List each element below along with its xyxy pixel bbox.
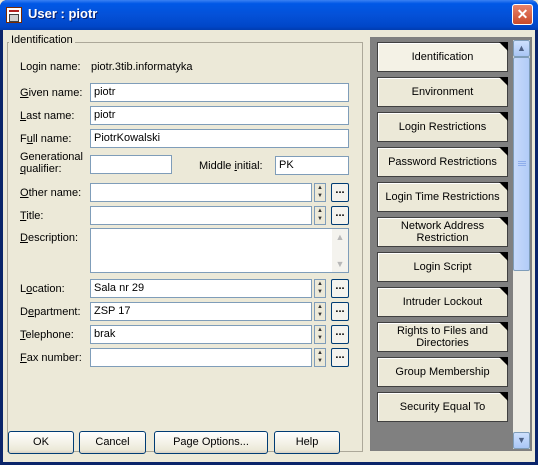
window-app-icon (6, 7, 22, 23)
arrow-down-icon[interactable]: ▼ (315, 215, 325, 223)
tab-login-script[interactable]: Login Script (377, 252, 508, 282)
tab-rights-to-files-and-directories[interactable]: Rights to Files and Directories (377, 322, 508, 352)
identification-group-label: Identification (9, 34, 75, 46)
location-browse-button[interactable]: ... (331, 279, 349, 298)
last-name-input[interactable]: piotr (90, 106, 349, 125)
department-spinner[interactable]: ▲ ▼ (314, 302, 326, 321)
title-bar: User : piotr ✕ (0, 0, 538, 30)
telephone-label: Telephone: (20, 329, 74, 341)
given-name-label: Given name: (20, 87, 83, 99)
location-input[interactable]: Sala nr 29 (90, 279, 312, 298)
department-browse-button[interactable]: ... (331, 302, 349, 321)
window-title: User : piotr (28, 6, 98, 21)
description-textarea[interactable]: ▲ ▼ (90, 228, 349, 273)
scroll-down-button[interactable]: ▼ (513, 432, 530, 449)
department-input[interactable]: ZSP 17 (90, 302, 312, 321)
location-spinner[interactable]: ▲ ▼ (314, 279, 326, 298)
cancel-button[interactable]: Cancel (79, 431, 146, 454)
arrow-down-icon[interactable]: ▼ (315, 192, 325, 200)
chevron-down-icon: ▼ (517, 435, 526, 445)
other-name-input[interactable] (90, 183, 312, 202)
description-scrollbar[interactable]: ▲ ▼ (332, 229, 348, 272)
full-name-label: Full name: (20, 133, 72, 145)
user-dialog-window: User : piotr ✕ Identification Login name… (0, 0, 538, 465)
location-label: Location: (20, 283, 65, 295)
scroll-thumb[interactable] (513, 57, 530, 271)
page-options-button[interactable]: Page Options... (154, 431, 268, 454)
other-name-spinner[interactable]: ▲ ▼ (314, 183, 326, 202)
telephone-input[interactable]: brak (90, 325, 312, 344)
arrow-up-icon[interactable]: ▲ (315, 303, 325, 311)
grip-line (518, 161, 526, 162)
ok-button[interactable]: OK (8, 431, 74, 454)
scroll-up-button[interactable]: ▲ (513, 40, 530, 57)
title-browse-button[interactable]: ... (331, 206, 349, 225)
last-name-label: Last name: (20, 110, 75, 122)
tab-security-equal-to[interactable]: Security Equal To (377, 392, 508, 422)
arrow-down-icon[interactable]: ▼ (315, 288, 325, 296)
generational-qualifier-label: Generational qualifier: (20, 151, 83, 175)
arrow-down-icon[interactable]: ▼ (315, 357, 325, 365)
arrow-up-icon[interactable]: ▲ (315, 184, 325, 192)
tab-group-membership[interactable]: Group Membership (377, 357, 508, 387)
given-name-input[interactable]: piotr (90, 83, 349, 102)
tab-intruder-lockout[interactable]: Intruder Lockout (377, 287, 508, 317)
department-label: Department: (20, 306, 81, 318)
dialog-body: Identification Login name: piotr.3tib.in… (3, 30, 535, 462)
help-button[interactable]: Help (274, 431, 340, 454)
grip-line (518, 163, 526, 164)
arrow-down-icon[interactable]: ▼ (315, 334, 325, 342)
arrow-up-icon[interactable]: ▲ (333, 230, 347, 244)
description-label: Description: (20, 232, 79, 244)
tab-password-restrictions[interactable]: Password Restrictions (377, 147, 508, 177)
title-spinner[interactable]: ▲ ▼ (314, 206, 326, 225)
fax-number-input[interactable] (90, 348, 312, 367)
full-name-input[interactable]: PiotrKowalski (90, 129, 349, 148)
middle-initial-input[interactable]: PK (275, 156, 349, 175)
fax-number-browse-button[interactable]: ... (331, 348, 349, 367)
arrow-up-icon[interactable]: ▲ (315, 207, 325, 215)
generational-qualifier-input[interactable] (90, 155, 172, 174)
other-name-label: Other name: (20, 187, 82, 199)
fax-number-label: Fax number: (20, 352, 82, 364)
arrow-up-icon[interactable]: ▲ (315, 280, 325, 288)
other-name-browse-button[interactable]: ... (331, 183, 349, 202)
tab-login-restrictions[interactable]: Login Restrictions (377, 112, 508, 142)
tab-environment[interactable]: Environment (377, 77, 508, 107)
tabs-scrollbar[interactable]: ▲ ▼ (513, 40, 530, 449)
telephone-spinner[interactable]: ▲ ▼ (314, 325, 326, 344)
grip-line (518, 165, 526, 166)
tab-network-address-restriction[interactable]: Network Address Restriction (377, 217, 508, 247)
close-button[interactable]: ✕ (512, 4, 533, 25)
tab-identification[interactable]: Identification (377, 42, 508, 72)
close-icon: ✕ (516, 6, 529, 22)
arrow-up-icon[interactable]: ▲ (315, 326, 325, 334)
login-name-label: Login name: (20, 61, 81, 73)
chevron-up-icon: ▲ (517, 43, 526, 53)
login-name-value: piotr.3tib.informatyka (91, 61, 193, 73)
arrow-down-icon[interactable]: ▼ (315, 311, 325, 319)
middle-initial-label: Middle initial: (199, 160, 263, 172)
fax-number-spinner[interactable]: ▲ ▼ (314, 348, 326, 367)
telephone-browse-button[interactable]: ... (331, 325, 349, 344)
title-input[interactable] (90, 206, 312, 225)
page-tabs-panel: Identification Environment Login Restric… (370, 37, 532, 451)
title-label: Title: (20, 210, 44, 222)
arrow-up-icon[interactable]: ▲ (315, 349, 325, 357)
tab-login-time-restrictions[interactable]: Login Time Restrictions (377, 182, 508, 212)
arrow-down-icon[interactable]: ▼ (333, 257, 347, 271)
